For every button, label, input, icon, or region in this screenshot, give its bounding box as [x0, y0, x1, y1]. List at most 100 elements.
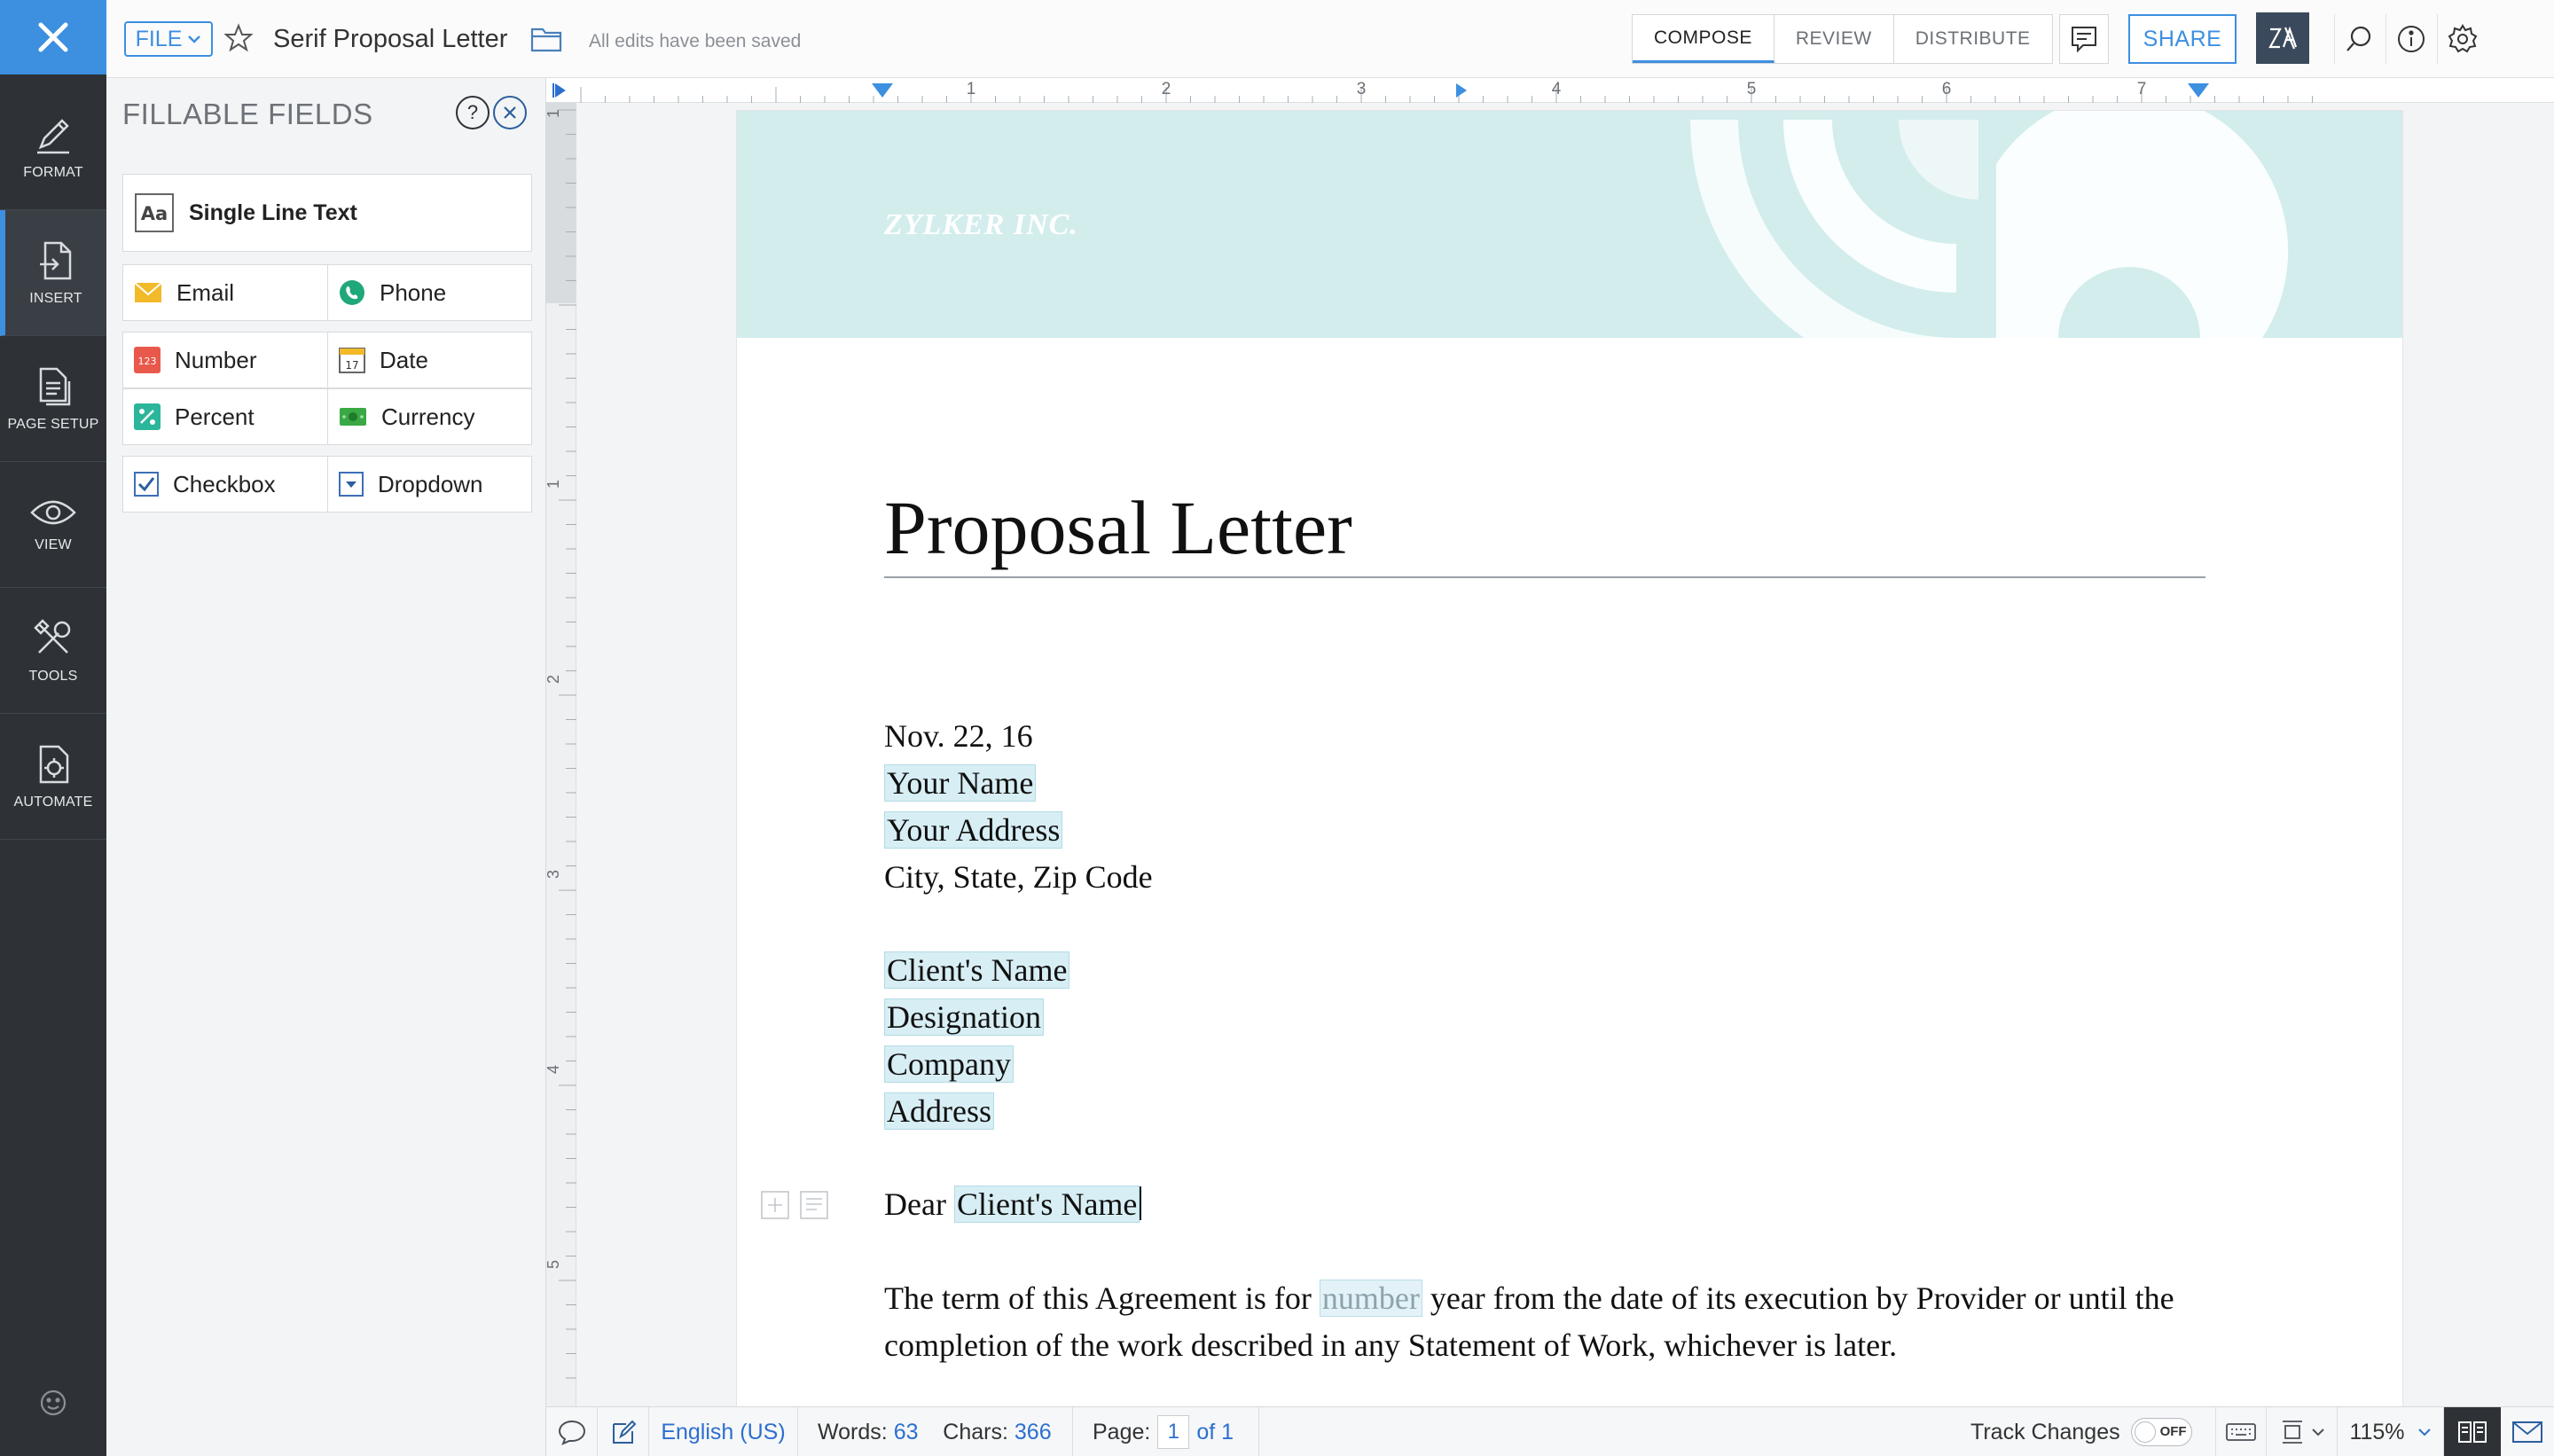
track-changes[interactable]: Track Changes OFF	[1970, 1407, 2192, 1456]
share-button[interactable]: SHARE	[2128, 14, 2237, 64]
field-dropdown[interactable]: Dropdown	[327, 456, 532, 513]
number-123-icon: 123	[134, 347, 161, 373]
document-canvas[interactable]: ZYLKER INC. Proposal Letter Nov. 22, 16 …	[576, 103, 2554, 1406]
search-button[interactable]	[2334, 14, 2384, 64]
letter-paragraph-line-1[interactable]: The term of this Agreement is for number…	[884, 1280, 2174, 1317]
feedback-smiley-icon[interactable]	[39, 1389, 67, 1417]
paragraph-text-before: The term of this Agreement is for	[884, 1280, 1312, 1316]
page-setup-icon	[39, 367, 71, 405]
field-label-percent: Percent	[175, 403, 255, 430]
letter-line-your-name[interactable]: Your Name	[884, 764, 1037, 802]
language-selector[interactable]: English (US)	[649, 1407, 798, 1456]
document-heading[interactable]: Proposal Letter	[884, 483, 1352, 572]
edit-note-icon	[612, 1420, 636, 1444]
field-your-address[interactable]: Your Address	[884, 811, 1063, 849]
settings-button[interactable]	[2437, 14, 2487, 64]
folder-icon[interactable]	[530, 26, 562, 52]
document-title[interactable]: Serif Proposal Letter	[273, 25, 507, 54]
field-address[interactable]: Address	[884, 1092, 994, 1130]
ruler-margin-marker[interactable]	[2188, 83, 2209, 98]
close-editor-button[interactable]	[0, 0, 106, 74]
sidebar-item-format[interactable]: FORMAT	[0, 84, 106, 210]
horizontal-ruler-ticks: 1 2 3 4 5 6 7	[580, 80, 2313, 103]
comments-button[interactable]	[2059, 14, 2109, 64]
sidebar-item-page-setup[interactable]: PAGE SETUP	[0, 336, 106, 462]
letter-date[interactable]: Nov. 22, 16	[884, 717, 1033, 755]
field-number-placeholder[interactable]: number	[1319, 1280, 1422, 1317]
letter-line-client-name[interactable]: Client's Name	[884, 951, 1070, 989]
letter-line-address[interactable]: Address	[884, 1092, 994, 1130]
text-aa-icon: Aa	[135, 193, 174, 232]
mail-icon	[2512, 1421, 2542, 1443]
page-number-input[interactable]: 1	[1157, 1415, 1190, 1449]
notes-button[interactable]	[598, 1407, 649, 1456]
toggle-knob	[2134, 1421, 2156, 1443]
field-phone[interactable]: Phone	[327, 264, 532, 321]
zia-assistant-button[interactable]	[2256, 12, 2309, 64]
keyboard-icon	[2226, 1423, 2256, 1441]
letter-line-your-address[interactable]: Your Address	[884, 811, 1063, 849]
info-button[interactable]	[2386, 14, 2435, 64]
sidebar-item-tools[interactable]: TOOLS	[0, 588, 106, 714]
ruler-tab-marker[interactable]	[1456, 83, 1467, 98]
dropdown-icon	[339, 472, 364, 497]
field-label-single-line: Single Line Text	[189, 200, 357, 225]
salutation-dear: Dear	[884, 1186, 946, 1222]
field-email[interactable]: Email	[122, 264, 328, 321]
reading-mode-button[interactable]	[2444, 1407, 2501, 1456]
paragraph-tools	[760, 1190, 829, 1220]
company-name[interactable]: ZYLKER INC.	[884, 208, 1078, 242]
zoom-selector[interactable]: 115%	[2338, 1407, 2444, 1456]
field-your-name[interactable]: Your Name	[884, 764, 1037, 802]
field-percent[interactable]: Percent	[122, 388, 328, 445]
keyboard-button[interactable]	[2215, 1407, 2267, 1456]
field-currency[interactable]: Currency	[327, 388, 532, 445]
letter-line-designation[interactable]: Designation	[884, 998, 1044, 1036]
sidebar-item-insert[interactable]: INSERT	[0, 210, 106, 336]
mail-merge-button[interactable]	[2501, 1407, 2554, 1456]
book-icon	[2458, 1421, 2487, 1443]
field-label-number: Number	[175, 346, 257, 373]
tab-compose[interactable]: COMPOSE	[1633, 15, 1774, 63]
sidebar-item-automate[interactable]: AUTOMATE	[0, 714, 106, 840]
chat-button[interactable]	[546, 1407, 598, 1456]
tab-review[interactable]: REVIEW	[1774, 15, 1894, 63]
letter-city-line[interactable]: City, State, Zip Code	[884, 858, 1153, 896]
sidebar-item-view[interactable]: VIEW	[0, 462, 106, 588]
track-changes-toggle[interactable]: OFF	[2130, 1418, 2192, 1446]
letter-line-company[interactable]: Company	[884, 1045, 1014, 1083]
panel-title: FILLABLE FIELDS	[122, 98, 373, 130]
words-value: 63	[893, 1419, 919, 1444]
field-date[interactable]: 17 Date	[327, 332, 532, 388]
field-single-line-text[interactable]: Aa Single Line Text	[122, 174, 532, 252]
date-icon-glyph: 17	[345, 359, 358, 372]
vertical-ruler[interactable]: 1 1 2 3 4 5	[546, 103, 576, 1406]
panel-close-button[interactable]	[493, 96, 527, 129]
star-icon[interactable]	[223, 23, 254, 53]
file-menu-button[interactable]: FILE	[124, 21, 213, 57]
ruler-label: 4	[1552, 80, 1562, 98]
field-client-name[interactable]: Client's Name	[884, 951, 1070, 989]
horizontal-ruler[interactable]: 1 2 3 4 5 6 7	[546, 78, 2554, 103]
sidebar-label-automate: AUTOMATE	[13, 794, 93, 810]
ruler-margin-marker[interactable]	[872, 83, 893, 98]
document-page[interactable]: ZYLKER INC. Proposal Letter Nov. 22, 16 …	[736, 110, 2403, 1406]
field-dear-client-name[interactable]: Client's Name	[953, 1186, 1140, 1223]
sidebar-label-format: FORMAT	[23, 164, 83, 180]
pen-icon	[37, 118, 69, 153]
add-block-icon[interactable]	[760, 1190, 790, 1220]
word-count: Words: 63 Chars: 366	[798, 1407, 1073, 1456]
paragraph-menu-icon[interactable]	[799, 1190, 829, 1220]
tab-distribute[interactable]: DISTRIBUTE	[1894, 15, 2052, 63]
help-button[interactable]: ?	[456, 96, 490, 129]
ruler-label: 3	[1357, 80, 1367, 98]
field-designation[interactable]: Designation	[884, 998, 1044, 1036]
page-fit-button[interactable]	[2267, 1407, 2338, 1456]
field-company[interactable]: Company	[884, 1045, 1014, 1083]
letter-paragraph-line-2[interactable]: completion of the work described in any …	[884, 1327, 1897, 1364]
field-number[interactable]: 123 Number	[122, 332, 328, 388]
track-changes-label: Track Changes	[1970, 1419, 2120, 1444]
insert-icon	[40, 241, 72, 279]
letter-salutation[interactable]: Dear Client's Name	[884, 1186, 1142, 1223]
field-checkbox[interactable]: Checkbox	[122, 456, 328, 513]
